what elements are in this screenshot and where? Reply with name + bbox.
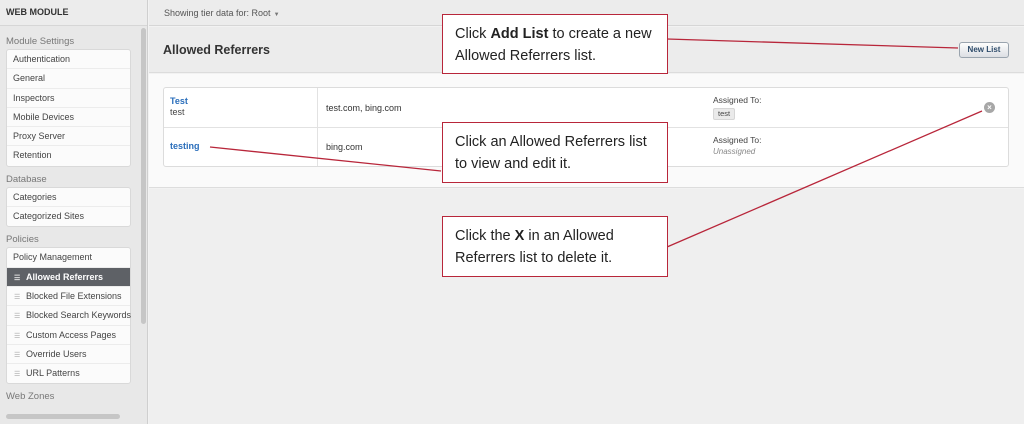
sidebar-item-label: Blocked File Extensions (26, 290, 122, 301)
list-name-cell: Test test (164, 88, 318, 127)
module-settings-panel: Authentication General Inspectors Mobile… (6, 49, 131, 167)
list-icon: ☰ (14, 371, 21, 379)
callout-add-list: Click Add List to create a new Allowed R… (442, 14, 668, 74)
callout-text: Click the (455, 228, 515, 244)
caret-down-icon: ▼ (273, 12, 280, 18)
sidebar-item-override-users[interactable]: ☰ Override Users (7, 345, 130, 365)
list-icon: ☰ (14, 313, 21, 321)
sidebar-item-url-patterns[interactable]: ☰ URL Patterns (7, 364, 130, 383)
sidebar-item-policy-management[interactable]: Policy Management (7, 248, 130, 268)
list-referrers: bing.com (326, 142, 363, 152)
sidebar-item-mobile-devices[interactable]: Mobile Devices (7, 108, 130, 128)
sidebar-item-categorized-sites[interactable]: Categorized Sites (7, 207, 130, 226)
page-title: Allowed Referrers (163, 43, 270, 57)
sidebar-item-proxy-server[interactable]: Proxy Server (7, 127, 130, 147)
sidebar-item-categories[interactable]: Categories (7, 188, 130, 208)
database-panel: Categories Categorized Sites (6, 186, 131, 228)
sidebar-item-blocked-search-keywords[interactable]: ☰ Blocked Search Keywords (7, 306, 132, 326)
sidebar-item-label: Custom Access Pages (26, 329, 117, 340)
list-description: test (170, 107, 185, 117)
list-referrers: test.com, bing.com (326, 103, 402, 113)
list-icon: ☰ (14, 293, 21, 301)
assigned-to-label: Assigned To: (713, 135, 762, 145)
sidebar-item-allowed-referrers[interactable]: ☰ Allowed Referrers (7, 267, 130, 287)
sidebar-item-inspectors[interactable]: Inspectors (7, 89, 130, 108)
sidebar: WEB MODULE Module Settings Authenticatio… (0, 0, 148, 424)
callout-view-list: Click an Allowed Referrers list to view … (442, 122, 668, 183)
sidebar-item-label: URL Patterns (26, 368, 80, 379)
callout-text: Click an Allowed Referrers list to view … (455, 134, 647, 172)
list-name-cell: testing (164, 128, 318, 166)
section-title-module-settings: Module Settings (6, 36, 75, 47)
sidebar-item-label: Allowed Referrers (26, 271, 104, 282)
section-title-policies: Policies (6, 234, 39, 246)
callout-text: Click (455, 26, 491, 42)
sidebar-item-retention[interactable]: Retention (7, 146, 130, 165)
tier-selector-label: Showing tier data for: Root (164, 8, 271, 18)
list-icon: ☰ (14, 274, 21, 282)
callout-bold: X (514, 228, 525, 244)
list-icon: ☰ (14, 351, 21, 359)
section-title-database: Database (6, 173, 47, 185)
list-name-link[interactable]: testing (170, 141, 311, 151)
sidebar-horizontal-scrollbar[interactable] (6, 414, 120, 419)
callout-bold: Add List (490, 26, 549, 42)
unassigned-text: Unassigned (713, 147, 756, 156)
section-title-web-zones[interactable]: Web Zones (0, 389, 147, 404)
sidebar-item-blocked-file-extensions[interactable]: ☰ Blocked File Extensions (7, 287, 130, 307)
sidebar-item-custom-access-pages[interactable]: ☰ Custom Access Pages (7, 326, 130, 345)
list-icon: ☰ (14, 332, 21, 340)
assigned-to-cell: Assigned To: Unassigned (713, 135, 762, 156)
delete-list-icon[interactable]: × (984, 102, 995, 113)
sidebar-item-general[interactable]: General (7, 69, 130, 89)
assigned-tag: test (713, 108, 736, 120)
sidebar-item-label: Override Users (26, 348, 87, 359)
new-list-button[interactable]: New List (959, 42, 1009, 58)
list-name-link[interactable]: Test (170, 96, 311, 106)
sidebar-item-label: Blocked Search Keywords (26, 310, 132, 321)
assigned-to-label: Assigned To: (713, 95, 762, 105)
callout-delete-list: Click the X in an Allowed Referrers list… (442, 216, 668, 277)
module-title: WEB MODULE (0, 0, 147, 26)
assigned-to-cell: Assigned To: test (713, 95, 762, 120)
policies-panel: Policy Management ☰ Allowed Referrers ☰ Bl… (6, 247, 132, 385)
sidebar-vertical-scrollbar[interactable] (141, 28, 146, 324)
sidebar-item-authentication[interactable]: Authentication (7, 50, 130, 70)
